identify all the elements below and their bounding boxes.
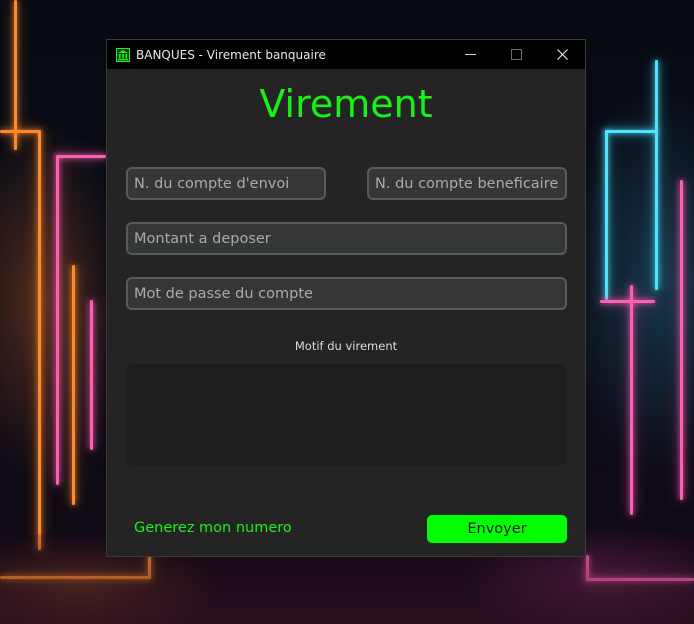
beneficiary-account-field[interactable] [367,167,567,200]
close-button[interactable] [539,40,585,69]
neon-line [605,130,608,300]
title-bar[interactable]: BANQUES - Virement banquaire [107,40,585,69]
sender-account-field[interactable] [126,167,326,200]
close-icon [556,49,568,60]
neon-line [14,0,17,150]
window-title: BANQUES - Virement banquaire [136,47,326,62]
neon-line [655,60,658,290]
neon-line [680,180,683,500]
neon-line [72,265,75,505]
maximize-button[interactable] [493,40,539,69]
generate-number-link[interactable]: Generez mon numero [134,520,292,536]
minimize-button[interactable] [447,40,493,69]
password-field[interactable] [126,277,567,310]
neon-line [630,285,633,515]
page-title: Virement [259,82,433,126]
amount-field[interactable] [126,222,567,255]
minimize-icon [464,54,476,55]
maximize-icon [510,49,522,60]
transfer-window: BANQUES - Virement banquaire Virement Mo… [106,39,586,557]
motif-label: Motif du virement [294,339,398,353]
neon-line [0,130,40,133]
neon-line [38,130,41,550]
neon-line [56,155,59,485]
neon-line [90,300,93,450]
bank-building-icon [116,47,130,62]
neon-line [605,130,657,133]
send-button[interactable]: Envoyer [427,515,567,543]
neon-line [56,155,106,158]
neon-line [600,300,655,303]
motif-textbox[interactable] [126,364,567,465]
